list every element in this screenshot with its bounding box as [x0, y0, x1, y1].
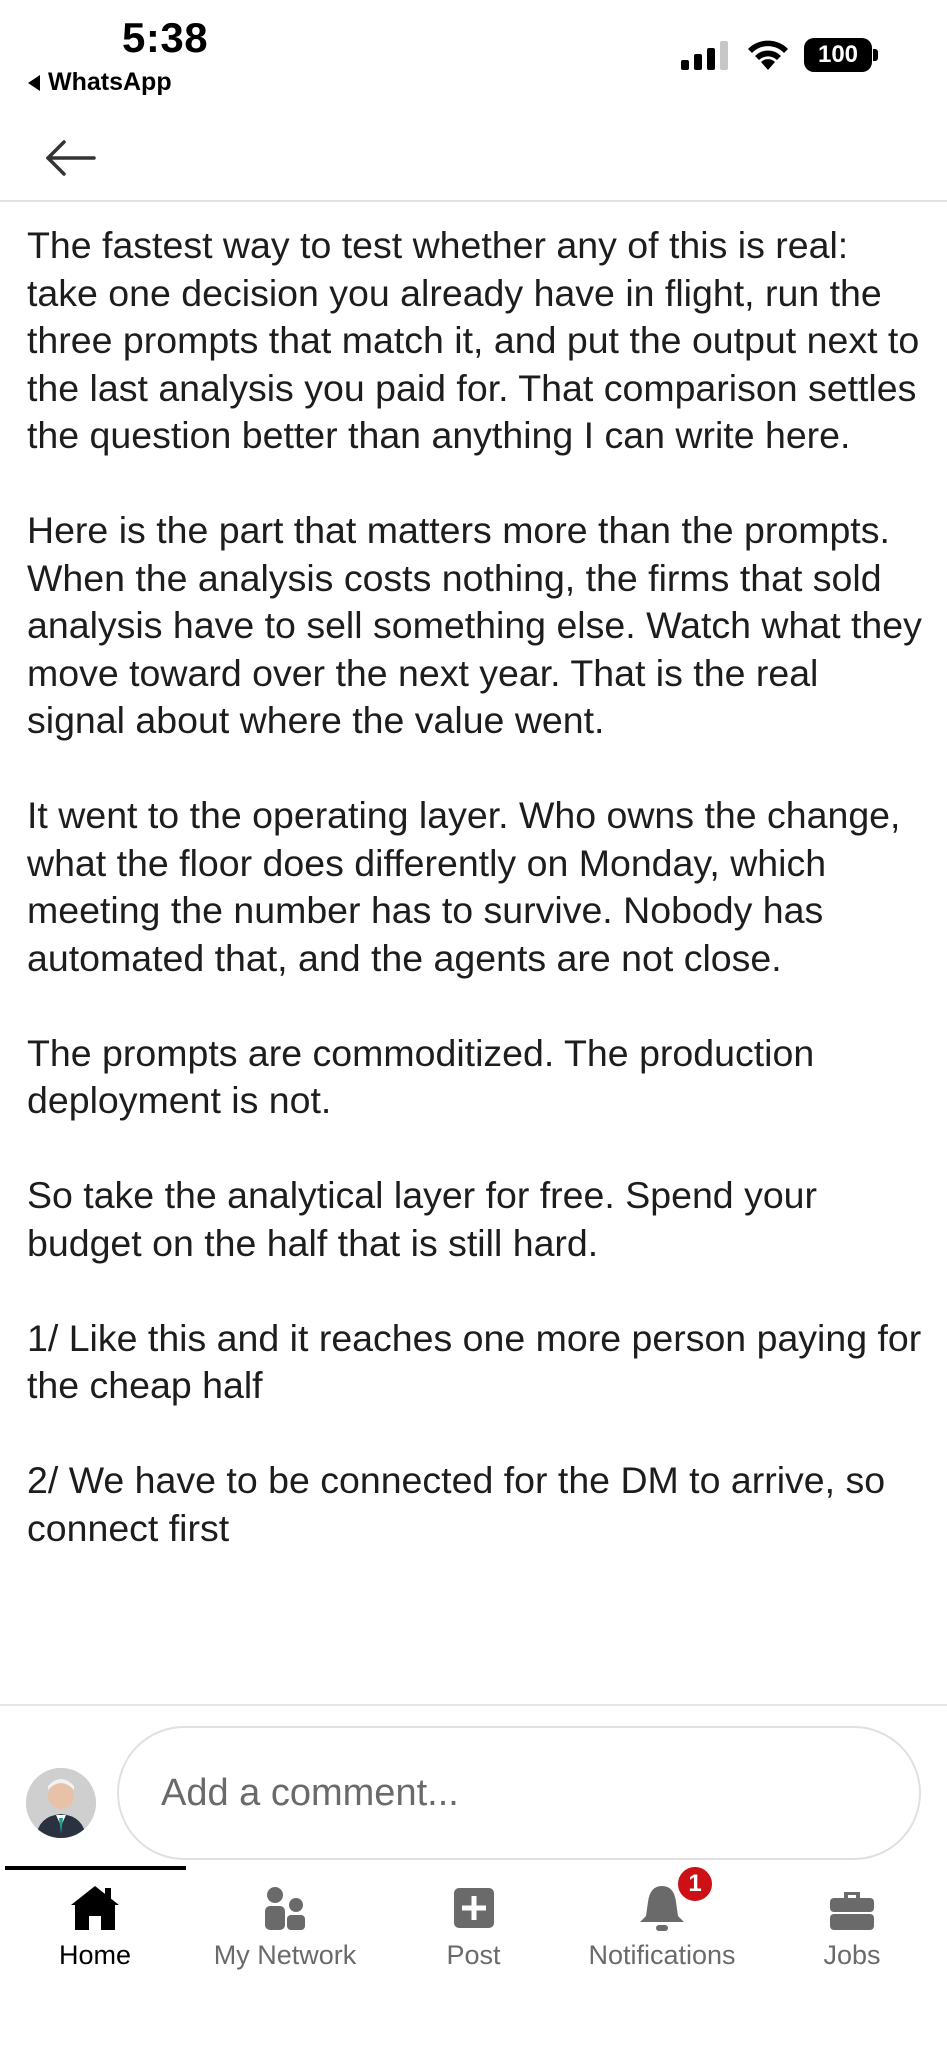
post-header	[0, 110, 947, 202]
tab-jobs-label: Jobs	[823, 1940, 881, 1970]
tab-jobs[interactable]: Jobs	[757, 1866, 947, 2048]
battery-icon: 100	[804, 38, 878, 72]
post-paragraph: The fastest way to test whether any of t…	[27, 224, 920, 456]
home-icon	[71, 1886, 119, 1930]
back-triangle-icon	[28, 74, 40, 91]
network-icon	[265, 1887, 305, 1930]
post-paragraph: The prompts are commoditized. The produc…	[27, 1031, 815, 1122]
post-icon	[453, 1888, 494, 1928]
avatar[interactable]	[26, 1768, 96, 1838]
tab-post-label: Post	[446, 1940, 501, 1970]
bottom-tab-bar: Home My Network Post 1 Notifications Job…	[0, 1864, 947, 2048]
battery-level: 100	[804, 38, 872, 72]
tab-post[interactable]: Post	[380, 1866, 567, 2048]
comment-bar	[0, 1704, 947, 1866]
back-arrow-icon[interactable]	[40, 128, 100, 188]
back-app-label: WhatsApp	[48, 68, 172, 96]
post-paragraph: So take the analytical layer for free. S…	[27, 1174, 818, 1264]
back-to-app-link[interactable]: WhatsApp	[28, 68, 172, 97]
tab-my-network-label: My Network	[213, 1940, 357, 1970]
briefcase-icon	[830, 1892, 874, 1930]
status-bar: 5:38 WhatsApp 100	[0, 0, 947, 110]
notification-badge: 1	[675, 1864, 715, 1904]
tab-home-label: Home	[58, 1940, 132, 1970]
post-paragraph: 1/ Like this and it reaches one more per…	[27, 1316, 922, 1407]
status-time: 5:38	[122, 14, 209, 61]
tab-my-network[interactable]: My Network	[190, 1866, 380, 2048]
wifi-icon	[748, 40, 788, 70]
tab-notifications[interactable]: 1 Notifications	[567, 1864, 757, 2048]
tab-home[interactable]: Home	[0, 1866, 190, 2048]
tab-notifications-label: Notifications	[588, 1940, 736, 1970]
user-avatar-icon	[26, 1768, 96, 1838]
post-paragraph: 2/ We have to be connected for the DM to…	[27, 1459, 886, 1549]
post-paragraph: It went to the operating layer. Who owns…	[27, 794, 901, 979]
post-text: The fastest way to test whether any of t…	[27, 222, 922, 1702]
comment-input[interactable]	[117, 1726, 921, 1860]
post-paragraph: Here is the part that matters more than …	[27, 509, 922, 741]
cellular-signal-icon	[681, 40, 728, 70]
